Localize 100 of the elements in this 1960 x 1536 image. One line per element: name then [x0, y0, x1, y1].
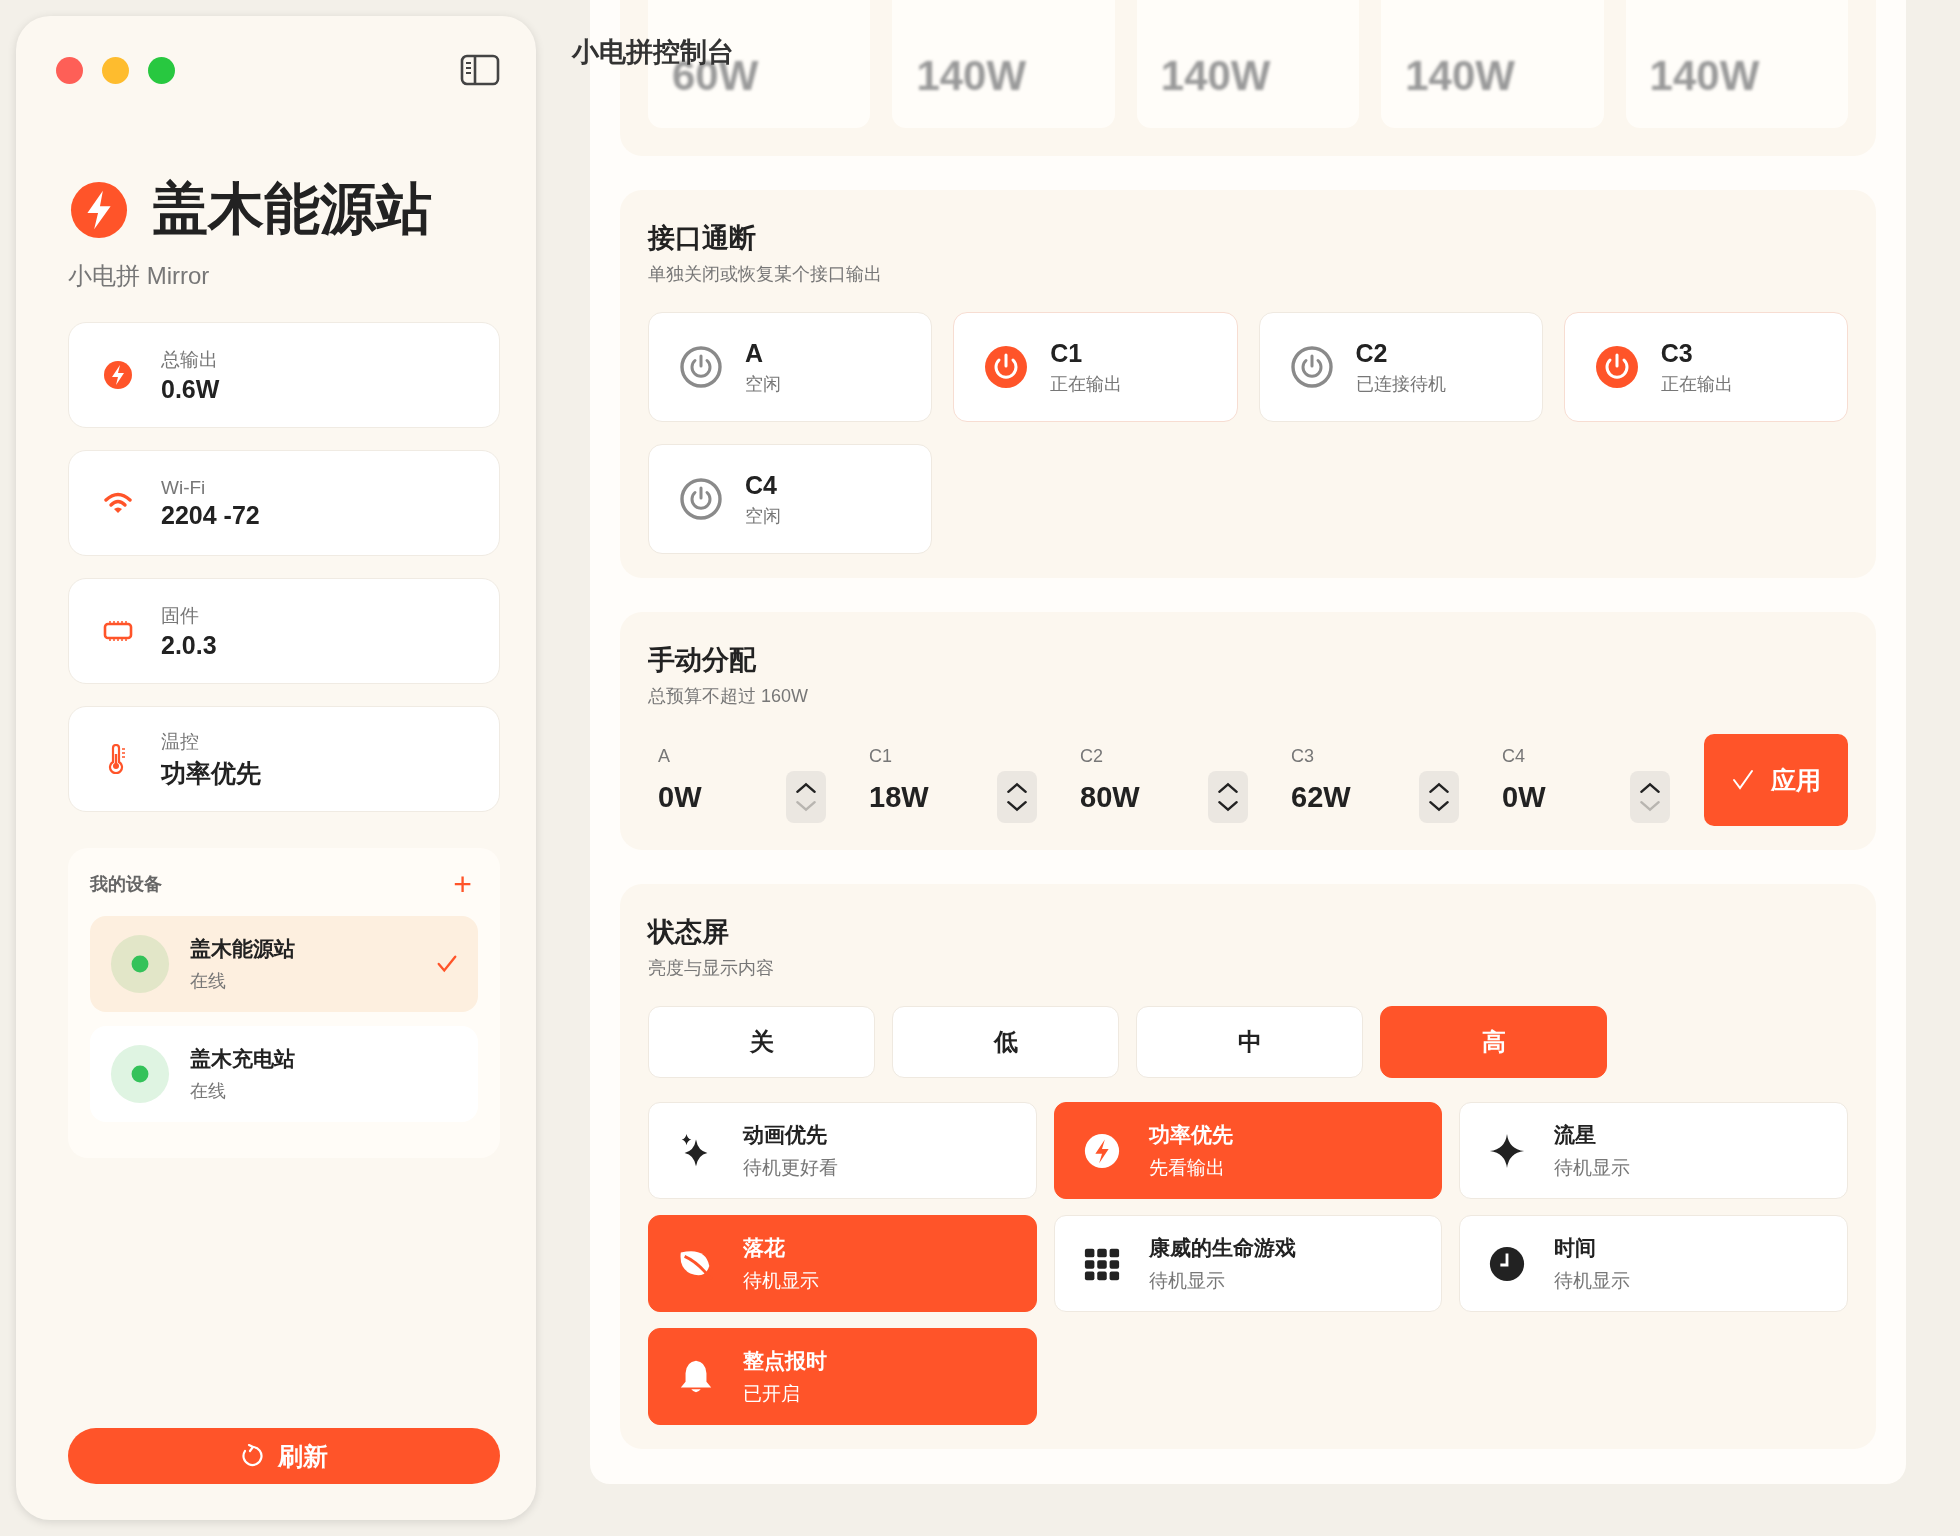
- display-mode-option[interactable]: 流星 待机显示: [1459, 1102, 1848, 1199]
- stat-label: 温控: [161, 729, 200, 754]
- port-name: C1: [1050, 338, 1084, 368]
- decrease-chevron-icon[interactable]: [1215, 800, 1241, 813]
- stat-label: 固件: [161, 603, 200, 628]
- power-icon: [984, 345, 1029, 389]
- stat-value: 功率优先: [161, 757, 261, 789]
- port-label: C4: [1502, 746, 1526, 767]
- port-name: C4: [745, 470, 778, 500]
- device-name: 盖木能源站: [190, 936, 296, 962]
- mode-title: 落花: [743, 1234, 786, 1261]
- device-name: 盖木充电站: [190, 1046, 296, 1072]
- power-icon: [1594, 345, 1639, 389]
- port-status: 正在输出: [1050, 372, 1123, 396]
- section-title: 状态屏: [648, 916, 730, 949]
- mode-subtitle: 待机更好看: [743, 1155, 838, 1180]
- section-subtitle: 总预算不超过 160W: [648, 685, 810, 708]
- watt-value[interactable]: 18W: [869, 781, 997, 814]
- watt-value[interactable]: 0W: [1502, 781, 1630, 814]
- section-title: 接口通断: [648, 222, 757, 255]
- stat-value: 2204 -72: [161, 500, 260, 530]
- port-label: C1: [869, 746, 893, 767]
- checkmark-icon: [436, 953, 458, 975]
- stepper[interactable]: [1208, 771, 1248, 823]
- power-icon: [1289, 345, 1334, 389]
- mode-title: 流星: [1554, 1121, 1598, 1148]
- mode-subtitle: 已开启: [743, 1381, 801, 1406]
- close-button[interactable]: [56, 56, 83, 84]
- port-name: C2: [1355, 338, 1389, 368]
- power-value: 140W: [1160, 52, 1271, 100]
- watt-value[interactable]: 0W: [658, 781, 786, 814]
- bolt-logo-icon: [70, 181, 128, 239]
- port-status: 正在输出: [1660, 372, 1733, 396]
- display-mode-option[interactable]: 动画优先 待机更好看: [648, 1102, 1037, 1199]
- mode-subtitle: 待机显示: [1148, 1268, 1226, 1293]
- clock-icon: [1488, 1244, 1527, 1283]
- section-title: 手动分配: [648, 644, 757, 677]
- brand-subtitle: 小电拼 Mirror: [68, 261, 211, 291]
- section-subtitle: 单独关闭或恢复某个接口输出: [648, 263, 883, 286]
- stepper[interactable]: [1419, 771, 1459, 823]
- display-mode-option[interactable]: 时间 待机显示: [1459, 1215, 1848, 1312]
- increase-chevron-icon[interactable]: [793, 781, 819, 794]
- brightness-option[interactable]: 关: [648, 1006, 875, 1078]
- watt-value[interactable]: 62W: [1291, 781, 1419, 814]
- stepper[interactable]: [997, 771, 1037, 823]
- mode-subtitle: 待机显示: [743, 1268, 819, 1293]
- mode-title: 动画优先: [743, 1121, 828, 1148]
- port-status: 空闲: [745, 372, 781, 396]
- device-status: 在线: [190, 970, 227, 993]
- refresh-icon: [240, 1444, 264, 1468]
- display-mode-option[interactable]: 康威的生命游戏 待机显示: [1053, 1215, 1443, 1312]
- section-heading: 我的设备: [90, 873, 162, 896]
- brand-name: 盖木能源站: [152, 176, 432, 242]
- port-label: C3: [1291, 746, 1315, 767]
- stat-label: 总输出: [161, 347, 219, 372]
- port-toggle[interactable]: C1 正在输出: [953, 312, 1238, 422]
- stat-value: 2.0.3: [161, 630, 217, 660]
- power-icon: [679, 477, 723, 521]
- mode-title: 整点报时: [743, 1347, 827, 1374]
- mode-subtitle: 待机显示: [1554, 1155, 1631, 1180]
- increase-chevron-icon[interactable]: [1426, 781, 1452, 794]
- stat-label: Wi-Fi: [161, 476, 207, 499]
- brightness-option[interactable]: 中: [1136, 1006, 1363, 1078]
- bolt-icon: [103, 360, 133, 390]
- port-toggle[interactable]: C2 已连接待机: [1258, 312, 1543, 422]
- device-status: 在线: [190, 1080, 227, 1103]
- bolt-icon: [1082, 1131, 1121, 1170]
- mode-title: 时间: [1554, 1234, 1598, 1261]
- online-status-icon: [110, 934, 170, 994]
- power-value: 140W: [1405, 52, 1515, 100]
- port-toggle[interactable]: A 空闲: [648, 312, 933, 422]
- device-item[interactable]: 盖木能源站 在线: [90, 916, 478, 1012]
- stepper[interactable]: [786, 771, 826, 823]
- port-status: 已连接待机: [1355, 372, 1446, 396]
- port-label: A: [658, 746, 671, 767]
- power-value: 140W: [1649, 52, 1760, 100]
- sidebar-toggle-icon[interactable]: [460, 54, 500, 86]
- power-value: 140W: [916, 52, 1027, 100]
- power-icon: [679, 345, 723, 389]
- mode-title: 康威的生命游戏: [1148, 1234, 1296, 1261]
- online-status-icon: [110, 1044, 170, 1104]
- port-label: C2: [1080, 746, 1104, 767]
- mode-title: 功率优先: [1148, 1121, 1233, 1148]
- increase-chevron-icon[interactable]: [1215, 781, 1241, 794]
- port-status: 空闲: [745, 504, 781, 528]
- mode-subtitle: 待机显示: [1554, 1268, 1631, 1293]
- increase-chevron-icon[interactable]: [1637, 781, 1663, 794]
- stepper[interactable]: [1630, 771, 1670, 823]
- device-item[interactable]: 盖木充电站 在线: [90, 1026, 478, 1122]
- mode-subtitle: 先看输出: [1148, 1155, 1226, 1180]
- port-name: A: [745, 338, 765, 368]
- section-subtitle: 亮度与显示内容: [648, 957, 775, 980]
- stat-value: 0.6W: [161, 374, 220, 404]
- watt-value[interactable]: 80W: [1080, 781, 1208, 814]
- port-toggle[interactable]: C3 正在输出: [1563, 312, 1848, 422]
- decrease-chevron-icon[interactable]: [1004, 800, 1030, 813]
- port-toggle[interactable]: C4 空闲: [648, 444, 933, 554]
- decrease-chevron-icon[interactable]: [1426, 800, 1452, 813]
- brightness-option[interactable]: 低: [892, 1006, 1119, 1078]
- increase-chevron-icon[interactable]: [1004, 781, 1030, 794]
